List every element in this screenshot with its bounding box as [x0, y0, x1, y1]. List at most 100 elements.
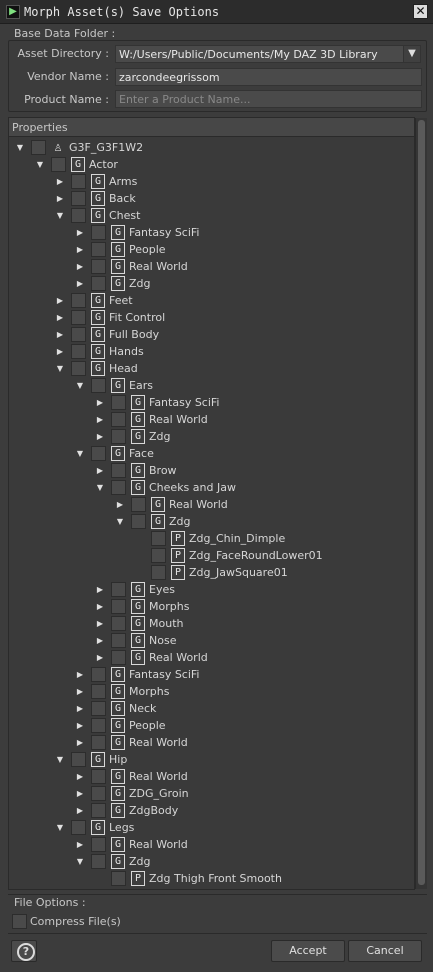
tree-row-checkbox[interactable] — [91, 701, 106, 716]
tree-row[interactable]: ▶ G Real World — [9, 836, 414, 853]
expand-arrow-down-icon[interactable]: ▼ — [95, 479, 105, 496]
tree-row-checkbox[interactable] — [71, 174, 86, 189]
tree-row[interactable]: ▼ G Legs — [9, 819, 414, 836]
expand-arrow-right-icon[interactable]: ▶ — [95, 411, 105, 428]
tree-row-checkbox[interactable] — [71, 752, 86, 767]
tree-row[interactable]: ▼ G Zdg — [9, 853, 414, 870]
expand-arrow-right-icon[interactable]: ▶ — [55, 326, 65, 343]
tree-row-checkbox[interactable] — [111, 650, 126, 665]
tree-row-checkbox[interactable] — [91, 259, 106, 274]
expand-arrow-down-icon[interactable]: ▼ — [55, 751, 65, 768]
tree-row-checkbox[interactable] — [111, 429, 126, 444]
tree-row[interactable]: ▼ G Actor — [9, 156, 414, 173]
tree-row[interactable]: ▶ G Arms — [9, 173, 414, 190]
tree-row[interactable]: ▶ G Fantasy SciFi — [9, 224, 414, 241]
tree-row[interactable]: ▶ G ZdgBody — [9, 802, 414, 819]
expand-arrow-right-icon[interactable]: ▶ — [95, 615, 105, 632]
asset-directory-field[interactable]: W:/Users/Public/Documents/My DAZ 3D Libr… — [115, 45, 404, 63]
tree-row[interactable]: ▶ G Fit Control — [9, 309, 414, 326]
tree-row-checkbox[interactable] — [71, 293, 86, 308]
tree-row-checkbox[interactable] — [71, 327, 86, 342]
tree-row-checkbox[interactable] — [151, 565, 166, 580]
tree-row-checkbox[interactable] — [71, 344, 86, 359]
cancel-button[interactable]: Cancel — [348, 940, 422, 962]
tree-row[interactable]: ▼ G Hip — [9, 751, 414, 768]
vendor-name-input[interactable]: zarcondeegrissom — [115, 68, 422, 86]
expand-arrow-down-icon[interactable]: ▼ — [75, 853, 85, 870]
expand-arrow-down-icon[interactable]: ▼ — [35, 156, 45, 173]
tree-row-checkbox[interactable] — [91, 242, 106, 257]
tree-row[interactable]: ▶ G Hands — [9, 343, 414, 360]
tree-scrollbar[interactable] — [415, 118, 427, 889]
tree-row-checkbox[interactable] — [111, 412, 126, 427]
tree-row-checkbox[interactable] — [91, 225, 106, 240]
expand-arrow-right-icon[interactable]: ▶ — [55, 173, 65, 190]
tree-row-checkbox[interactable] — [131, 514, 146, 529]
tree-row[interactable]: ▶ G Morphs — [9, 598, 414, 615]
expand-arrow-right-icon[interactable]: ▶ — [75, 683, 85, 700]
tree-row[interactable]: ▶ G Nose — [9, 632, 414, 649]
tree-row[interactable]: ▶ G Real World — [9, 411, 414, 428]
help-button[interactable]: ? — [11, 940, 37, 962]
expand-arrow-right-icon[interactable]: ▶ — [95, 428, 105, 445]
compress-files-checkbox[interactable] — [12, 914, 27, 929]
tree-row[interactable]: ▶ G Fantasy SciFi — [9, 394, 414, 411]
tree-row-checkbox[interactable] — [111, 633, 126, 648]
tree-row-checkbox[interactable] — [71, 191, 86, 206]
expand-arrow-right-icon[interactable]: ▶ — [55, 190, 65, 207]
tree-row[interactable]: ▶ G Real World — [9, 734, 414, 751]
tree-row[interactable]: ▶ G Full Body — [9, 326, 414, 343]
tree-row[interactable]: ▶ G Zdg — [9, 428, 414, 445]
expand-arrow-right-icon[interactable]: ▶ — [75, 768, 85, 785]
tree-row-checkbox[interactable] — [91, 854, 106, 869]
tree-row-checkbox[interactable] — [111, 871, 126, 886]
tree-row[interactable]: ▶ G Fantasy SciFi — [9, 666, 414, 683]
tree-row[interactable]: ▼ G Chest — [9, 207, 414, 224]
expand-arrow-down-icon[interactable]: ▼ — [75, 445, 85, 462]
tree-row-checkbox[interactable] — [51, 157, 66, 172]
expand-arrow-right-icon[interactable]: ▶ — [95, 394, 105, 411]
expand-arrow-right-icon[interactable]: ▶ — [75, 258, 85, 275]
tree-row[interactable]: ▶ G People — [9, 241, 414, 258]
expand-arrow-right-icon[interactable]: ▶ — [75, 224, 85, 241]
expand-arrow-right-icon[interactable]: ▶ — [95, 598, 105, 615]
expand-arrow-right-icon[interactable]: ▶ — [55, 309, 65, 326]
tree-row[interactable]: ▶ G Zdg — [9, 275, 414, 292]
expand-arrow-right-icon[interactable]: ▶ — [75, 734, 85, 751]
tree-row[interactable]: ▶ G Real World — [9, 496, 414, 513]
tree-row[interactable]: ▶ G Real World — [9, 768, 414, 785]
expand-arrow-right-icon[interactable]: ▶ — [55, 292, 65, 309]
scrollbar-thumb[interactable] — [418, 120, 425, 885]
tree-row[interactable]: ▼ G Cheeks and Jaw — [9, 479, 414, 496]
tree-row[interactable]: ▶ G ZDG_Groin — [9, 785, 414, 802]
expand-arrow-right-icon[interactable]: ▶ — [75, 666, 85, 683]
properties-tree[interactable]: Properties ▼ ♙ G3F_G3F1W2 ▼ G Actor ▶ G Arms ▶ G Ba… — [8, 117, 415, 890]
tree-row[interactable]: ▼ ♙ G3F_G3F1W2 — [9, 139, 414, 156]
tree-row-checkbox[interactable] — [91, 667, 106, 682]
product-name-input[interactable]: Enter a Product Name... — [115, 90, 422, 108]
tree-row-checkbox[interactable] — [71, 820, 86, 835]
expand-arrow-right-icon[interactable]: ▶ — [75, 836, 85, 853]
tree-row-checkbox[interactable] — [111, 599, 126, 614]
tree-row-checkbox[interactable] — [91, 803, 106, 818]
tree-row-checkbox[interactable] — [111, 395, 126, 410]
tree-row-checkbox[interactable] — [91, 786, 106, 801]
tree-row[interactable]: ▶ G Feet — [9, 292, 414, 309]
chevron-down-icon[interactable]: ▼ — [403, 45, 421, 63]
tree-row[interactable]: ▼ G Face — [9, 445, 414, 462]
tree-row[interactable]: P Zdg_JawSquare01 — [9, 564, 414, 581]
expand-arrow-down-icon[interactable]: ▼ — [55, 819, 65, 836]
tree-row[interactable]: ▶ G Real World — [9, 649, 414, 666]
expand-arrow-right-icon[interactable]: ▶ — [75, 275, 85, 292]
tree-row-checkbox[interactable] — [151, 531, 166, 546]
expand-arrow-right-icon[interactable]: ▶ — [75, 717, 85, 734]
tree-row-checkbox[interactable] — [71, 310, 86, 325]
expand-arrow-right-icon[interactable]: ▶ — [95, 649, 105, 666]
tree-row-checkbox[interactable] — [111, 582, 126, 597]
tree-row[interactable]: ▶ G People — [9, 717, 414, 734]
tree-row[interactable]: ▶ G Morphs — [9, 683, 414, 700]
tree-row-checkbox[interactable] — [111, 480, 126, 495]
tree-row[interactable]: ▶ G Brow — [9, 462, 414, 479]
tree-row-checkbox[interactable] — [91, 684, 106, 699]
tree-row-checkbox[interactable] — [91, 769, 106, 784]
